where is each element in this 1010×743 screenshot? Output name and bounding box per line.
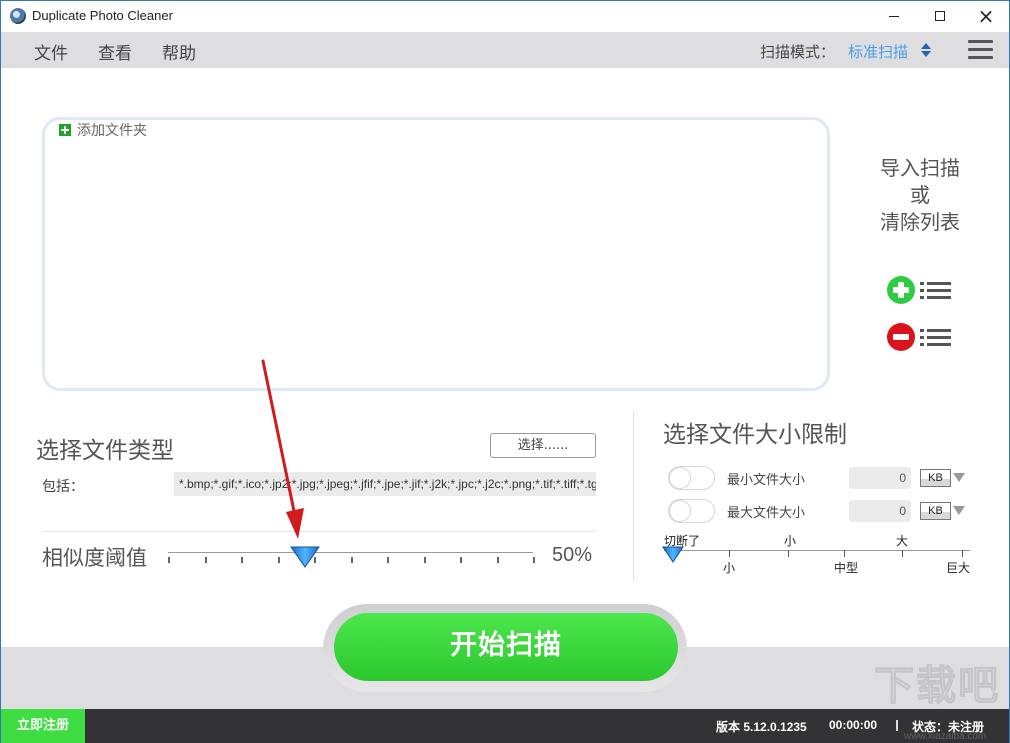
size-scale-huge: 巨大 <box>946 561 971 575</box>
minus-icon <box>893 334 909 340</box>
clear-list-text: 清除列表 <box>880 210 960 234</box>
min-size-label: 最小文件大小 <box>727 473 806 488</box>
similarity-tick <box>533 557 535 563</box>
add-folder-label: 添加文件夹 <box>77 123 147 139</box>
size-tick <box>902 550 903 557</box>
plus-square-icon <box>59 124 71 136</box>
size-scale-small: 小 <box>723 561 736 575</box>
size-tick <box>962 550 963 557</box>
window-title: Duplicate Photo Cleaner <box>32 8 173 23</box>
hamburger-icon <box>968 40 993 43</box>
watermark-url: www.xiazaiba.com <box>904 731 987 742</box>
import-scan-text: 导入扫描 <box>880 156 960 180</box>
max-unit-dropdown-icon[interactable] <box>953 506 965 515</box>
similarity-tick <box>387 557 389 563</box>
max-size-label: 最大文件大小 <box>727 506 806 521</box>
import-scan-button[interactable] <box>887 276 915 304</box>
plus-icon-bar <box>898 282 904 298</box>
max-size-unit-select[interactable]: KB <box>920 502 951 520</box>
status-bar: 立即注册 版本 5.12.0.1235 00:00:00 状态：未注册 <box>1 709 1009 743</box>
similarity-tick <box>277 557 280 563</box>
app-logo-icon <box>10 8 26 24</box>
menu-view[interactable]: 查看 <box>98 39 132 64</box>
similarity-value: 50% <box>552 544 593 566</box>
toggle-knob <box>669 467 691 489</box>
size-tick <box>788 550 789 557</box>
hamburger-line <box>968 56 993 59</box>
size-scale-small-top: 小 <box>784 534 797 548</box>
file-size-title: 选择文件大小限制 <box>663 422 847 448</box>
min-unit-dropdown-icon[interactable] <box>953 473 965 482</box>
menu-bar: 文件 查看 帮助 扫描模式： 标准扫描 <box>1 32 1009 68</box>
toggle-knob <box>669 500 691 522</box>
title-bar: Duplicate Photo Cleaner × <box>1 1 1009 32</box>
min-size-input[interactable] <box>849 467 911 489</box>
hamburger-line <box>968 48 993 51</box>
register-button[interactable]: 立即注册 <box>1 709 85 743</box>
close-icon: × <box>977 4 995 28</box>
app-window: Duplicate Photo Cleaner × 文件 查看 帮助 扫描模式：… <box>0 0 1010 743</box>
size-tick <box>844 550 845 557</box>
elapsed-time: 00:00:00 <box>829 718 878 732</box>
vertical-divider <box>633 411 634 581</box>
file-size-slider-track[interactable] <box>664 550 970 551</box>
version-text: 版本 5.12.0.1235 <box>716 720 807 734</box>
list-icon <box>920 282 952 300</box>
clear-list-button[interactable] <box>887 323 915 351</box>
scan-mode-label: 扫描模式： <box>760 43 836 61</box>
similarity-tick <box>350 557 353 563</box>
file-type-title: 选择文件类型 <box>36 438 174 464</box>
minimize-button[interactable] <box>871 1 917 32</box>
divider <box>42 531 596 532</box>
folder-list-panel[interactable] <box>42 117 830 391</box>
start-scan-button[interactable]: 开始扫描 <box>334 613 678 681</box>
similarity-tick <box>168 557 170 563</box>
include-label: 包括： <box>42 479 84 495</box>
list-icon <box>920 329 952 347</box>
size-tick <box>729 550 730 557</box>
watermark: 下载吧 <box>874 663 1000 710</box>
add-folder-button[interactable]: 添加文件夹 <box>59 120 147 140</box>
similarity-tick <box>423 557 426 563</box>
file-size-slider-thumb[interactable] <box>662 546 684 563</box>
similarity-tick <box>204 557 207 563</box>
maximize-icon <box>935 11 945 21</box>
sort-updown-icon[interactable] <box>921 43 931 57</box>
minimize-icon <box>889 15 899 17</box>
similarity-label: 相似度阈值 <box>42 546 147 570</box>
max-size-input[interactable] <box>849 500 911 522</box>
size-scale-large: 大 <box>896 534 909 548</box>
menu-file[interactable]: 文件 <box>34 39 68 64</box>
similarity-tick <box>241 557 243 563</box>
similarity-tick <box>460 557 462 563</box>
similarity-tick <box>496 557 499 563</box>
hamburger-menu-button[interactable] <box>968 40 993 60</box>
extensions-field[interactable]: *.bmp;*.gif;*.ico;*.jp2;*.jpg;*.jpeg;*.j… <box>174 472 596 496</box>
menu-help[interactable]: 帮助 <box>162 39 196 64</box>
choose-file-types-button[interactable]: 选择...... <box>490 433 596 458</box>
or-text: 或 <box>910 183 930 207</box>
status-separator <box>896 720 898 731</box>
scan-mode-select[interactable]: 标准扫描 <box>848 41 908 62</box>
size-scale-medium: 中型 <box>834 561 859 575</box>
similarity-slider-track[interactable] <box>168 552 533 553</box>
max-size-toggle[interactable] <box>668 499 715 523</box>
similarity-slider-thumb[interactable] <box>289 546 320 568</box>
close-button[interactable]: × <box>963 1 1009 32</box>
maximize-button[interactable] <box>917 1 963 32</box>
min-size-toggle[interactable] <box>668 466 715 490</box>
min-size-unit-select[interactable]: KB <box>920 469 951 487</box>
